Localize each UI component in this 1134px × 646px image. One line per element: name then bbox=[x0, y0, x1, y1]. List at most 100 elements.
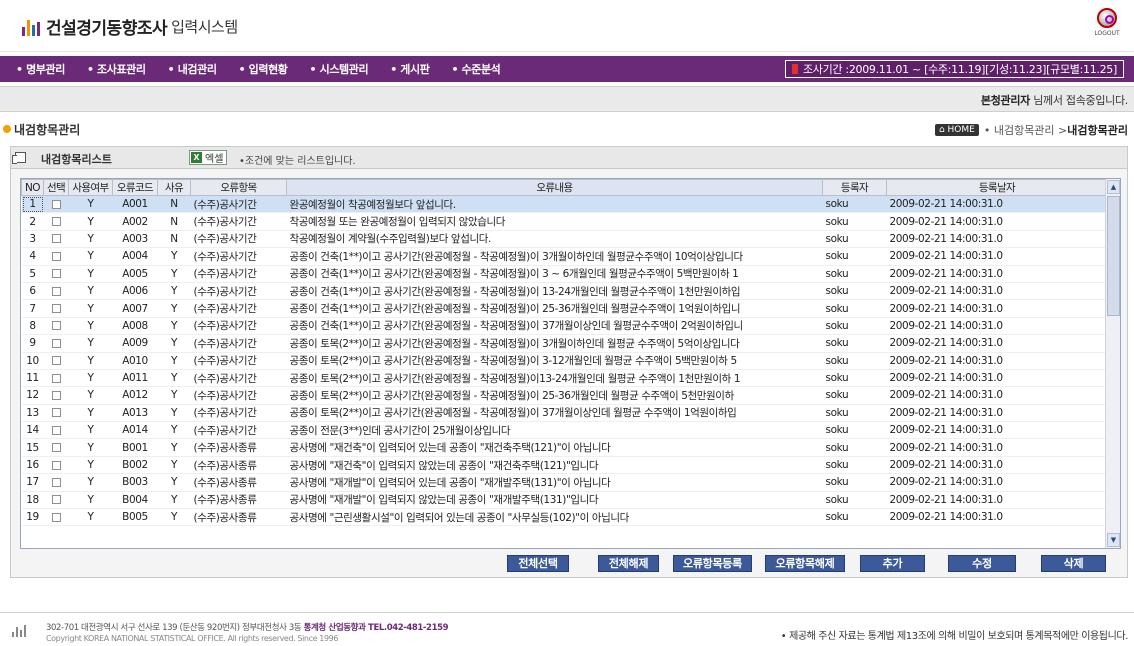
footer-copyright: Copyright KOREA NATIONAL STATISTICAL OFF… bbox=[46, 634, 339, 643]
cell-date: 2009-02-21 14:00:31.0 bbox=[886, 473, 1108, 492]
scroll-thumb[interactable] bbox=[1107, 196, 1120, 316]
row-checkbox[interactable] bbox=[51, 251, 61, 261]
table-row[interactable]: 11 Y A011 Y (수주)공사기간 공종이 토목(2**)이고 공사기간(완공예정월… bbox=[21, 369, 1108, 388]
footer: 302-701 대전광역시 서구 선사로 139 (둔산동 920번지) 정부대… bbox=[0, 612, 1134, 646]
row-checkbox[interactable] bbox=[51, 338, 61, 348]
row-checkbox[interactable] bbox=[51, 425, 61, 435]
cell-code: A012 bbox=[112, 386, 158, 405]
cell-reason: Y bbox=[157, 438, 191, 457]
table-row[interactable]: 19 Y B005 Y (수주)공사종류 공사명에 "근린생활시설"이 입력되어 있는데 … bbox=[21, 508, 1108, 527]
cell-date: 2009-02-21 14:00:31.0 bbox=[886, 491, 1108, 510]
cell-date: 2009-02-21 14:00:31.0 bbox=[886, 352, 1108, 370]
nav-item-input-status[interactable]: 입력현황 bbox=[239, 61, 288, 77]
table-row[interactable]: 3 Y A003 N (수주)공사기간 착공예정월이 계약월(수주입력월)보다 앞섭니다.… bbox=[21, 230, 1108, 249]
table-row[interactable]: 10 Y A010 Y (수주)공사기간 공종이 토목(2**)이고 공사기간(완공예정월… bbox=[21, 352, 1108, 370]
col-header-no[interactable]: NO bbox=[21, 179, 44, 196]
scroll-down-icon[interactable]: ▼ bbox=[1107, 533, 1120, 547]
cell-reason: Y bbox=[157, 386, 191, 405]
cell-content: 공종이 건축(1**)이고 공사기간(완공예정월 - 착공예정월)이 37개월이… bbox=[286, 317, 823, 336]
table-row[interactable]: 8 Y A008 Y (수주)공사기간 공종이 건축(1**)이고 공사기간(완공예정월 … bbox=[21, 317, 1108, 336]
col-header-user[interactable]: 등록자 bbox=[822, 179, 887, 196]
footer-notice: • 제공해 주신 자료는 통계법 제13조에 의해 비밀이 보호되며 통계목적에… bbox=[780, 631, 1129, 642]
col-header-code[interactable]: 오류코드 bbox=[112, 179, 158, 196]
row-checkbox[interactable] bbox=[51, 408, 61, 418]
cell-use: Y bbox=[68, 230, 113, 249]
cell-select bbox=[43, 369, 69, 388]
row-checkbox[interactable] bbox=[51, 390, 61, 400]
table-row[interactable]: 12 Y A012 Y (수주)공사기간 공종이 토목(2**)이고 공사기간(완공예정월… bbox=[21, 386, 1108, 405]
unregister-error-button[interactable]: 오류항목해제 bbox=[765, 555, 845, 572]
register-error-button[interactable]: 오류항목등록 bbox=[673, 555, 752, 572]
table-row[interactable]: 14 Y A014 Y (수주)공사기간 공종이 전문(3**)인데 공사기간이 25개월… bbox=[21, 421, 1108, 440]
cell-code: B005 bbox=[112, 508, 158, 527]
excel-button[interactable]: X 엑셀 bbox=[189, 150, 228, 165]
table-row[interactable]: 18 Y B004 Y (수주)공사종류 공사명에 "재개발"이 입력되지 않았는데 공종… bbox=[21, 491, 1108, 510]
col-header-content[interactable]: 오류내용 bbox=[286, 179, 823, 196]
logout-button[interactable]: LOGOUT bbox=[1092, 8, 1122, 37]
table-row[interactable]: 17 Y B003 Y (수주)공사종류 공사명에 "재개발"이 입력되어 있는데 공종이… bbox=[21, 473, 1108, 492]
row-checkbox[interactable] bbox=[51, 356, 61, 366]
table-row[interactable]: 1 Y A001 N (수주)공사기간 완공예정월이 착공예정월보다 앞섭니다. soku 2… bbox=[21, 195, 1108, 214]
table-row[interactable]: 6 Y A006 Y (수주)공사기간 공종이 건축(1**)이고 공사기간(완공예정월 … bbox=[21, 282, 1108, 301]
cell-item: (수주)공사기간 bbox=[190, 212, 287, 231]
row-checkbox[interactable] bbox=[51, 217, 61, 227]
row-checkbox[interactable] bbox=[51, 199, 61, 209]
cell-user: soku bbox=[822, 230, 887, 249]
nav-item-survey[interactable]: 조사표관리 bbox=[87, 61, 146, 77]
cell-use: Y bbox=[68, 369, 113, 388]
cell-no: 18 bbox=[21, 491, 44, 510]
table-scrollbar[interactable]: ▲ ▼ bbox=[1105, 179, 1120, 548]
row-checkbox[interactable] bbox=[51, 234, 61, 244]
cell-code: A006 bbox=[112, 282, 158, 301]
row-checkbox[interactable] bbox=[51, 373, 61, 383]
row-checkbox[interactable] bbox=[51, 443, 61, 453]
row-checkbox[interactable] bbox=[51, 269, 61, 279]
page-title: 내검항목관리 bbox=[14, 123, 81, 137]
col-header-date[interactable]: 등록날자 bbox=[886, 179, 1108, 196]
row-checkbox[interactable] bbox=[51, 286, 61, 296]
cell-no: 17 bbox=[21, 473, 44, 492]
nav-item-inspection[interactable]: 내검관리 bbox=[168, 61, 217, 77]
cell-use: Y bbox=[68, 317, 113, 336]
nav-item-board[interactable]: 게시판 bbox=[390, 61, 430, 77]
nav-item-roster[interactable]: 명부관리 bbox=[16, 61, 65, 77]
table-row[interactable]: 4 Y A004 Y (수주)공사기간 공종이 건축(1**)이고 공사기간(완공예정월 … bbox=[21, 247, 1108, 266]
cell-select bbox=[43, 212, 69, 231]
row-checkbox[interactable] bbox=[51, 321, 61, 331]
deselect-all-button[interactable]: 전체해제 bbox=[598, 555, 659, 572]
cell-content: 공사명에 "재개발"이 입력되어 있는데 공종이 "재개발주택(131)"이 아… bbox=[286, 473, 823, 492]
cell-code: B004 bbox=[112, 491, 158, 510]
home-link[interactable]: ⌂ HOME bbox=[934, 124, 979, 136]
add-button[interactable]: 추가 bbox=[860, 555, 925, 572]
scroll-up-icon[interactable]: ▲ bbox=[1107, 180, 1120, 194]
row-checkbox[interactable] bbox=[51, 304, 61, 314]
cell-no: 19 bbox=[21, 508, 44, 527]
delete-button[interactable]: 삭제 bbox=[1041, 555, 1106, 572]
col-header-reason[interactable]: 사유 bbox=[157, 179, 191, 196]
table-row[interactable]: 16 Y B002 Y (수주)공사종류 공사명에 "재건축"이 입력되지 않았는데 공종… bbox=[21, 456, 1108, 475]
select-all-button[interactable]: 전체선택 bbox=[507, 555, 569, 572]
table-row[interactable]: 15 Y B001 Y (수주)공사종류 공사명에 "재건축"이 입력되어 있는데 공종이… bbox=[21, 438, 1108, 457]
cell-reason: Y bbox=[157, 282, 191, 301]
cell-reason: Y bbox=[157, 421, 191, 440]
row-checkbox[interactable] bbox=[51, 512, 61, 522]
table-row[interactable]: 7 Y A007 Y (수주)공사기간 공종이 건축(1**)이고 공사기간(완공예정월 … bbox=[21, 299, 1108, 318]
edit-button[interactable]: 수정 bbox=[948, 555, 1016, 572]
nav-item-system[interactable]: 시스템관리 bbox=[310, 61, 369, 77]
col-header-select[interactable]: 선택 bbox=[43, 179, 69, 196]
app-logo: 건설경기동향조사 입력시스템 bbox=[22, 14, 238, 39]
cell-no: 5 bbox=[21, 265, 44, 283]
row-checkbox[interactable] bbox=[51, 495, 61, 505]
col-header-item[interactable]: 오류항목 bbox=[190, 179, 287, 196]
table-row[interactable]: 13 Y A013 Y (수주)공사기간 공종이 토목(2**)이고 공사기간(완공예정월… bbox=[21, 404, 1108, 423]
table-row[interactable]: 9 Y A009 Y (수주)공사기간 공종이 토목(2**)이고 공사기간(완공예정월 … bbox=[21, 334, 1108, 353]
cell-item: (수주)공사종류 bbox=[190, 473, 287, 492]
cell-reason: Y bbox=[157, 491, 191, 510]
cell-content: 공사명에 "근린생활시설"이 입력되어 있는데 공종이 "사무실등(102)"이… bbox=[286, 508, 823, 527]
row-checkbox[interactable] bbox=[51, 477, 61, 487]
col-header-use[interactable]: 사용여부 bbox=[68, 179, 113, 196]
nav-item-analysis[interactable]: 수준분석 bbox=[451, 61, 501, 77]
row-checkbox[interactable] bbox=[51, 460, 61, 470]
table-row[interactable]: 2 Y A002 N (수주)공사기간 착공예정월 또는 완공예정월이 입력되지 않았습니… bbox=[21, 212, 1108, 231]
table-row[interactable]: 5 Y A005 Y (수주)공사기간 공종이 건축(1**)이고 공사기간(완공예정월 … bbox=[21, 265, 1108, 283]
